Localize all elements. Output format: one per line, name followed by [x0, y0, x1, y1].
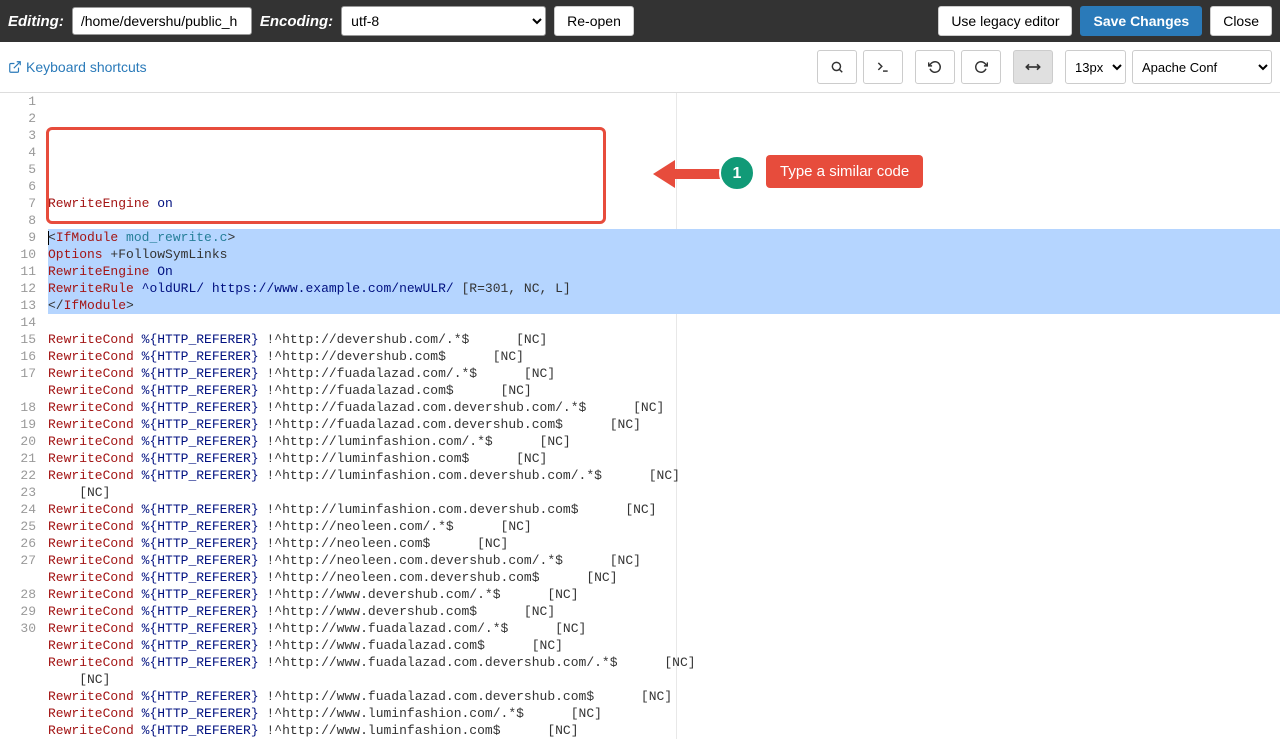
code-line[interactable]: RewriteCond %{HTTP_REFERER} !^http://fua…: [48, 382, 1280, 399]
fontsize-select[interactable]: 13px: [1065, 50, 1126, 84]
line-number: 20: [0, 433, 36, 450]
code-line[interactable]: RewriteRule ^oldURL/ https://www.example…: [48, 280, 1280, 297]
redo-icon: [974, 60, 988, 74]
line-number: 15: [0, 331, 36, 348]
code-line[interactable]: RewriteCond %{HTTP_REFERER} !^http://www…: [48, 620, 1280, 637]
code-line[interactable]: RewriteCond %{HTTP_REFERER} !^http://dev…: [48, 331, 1280, 348]
code-line[interactable]: RewriteEngine on: [48, 195, 1280, 212]
line-number: 28: [0, 586, 36, 603]
line-number: 1: [0, 93, 36, 110]
line-number: 16: [0, 348, 36, 365]
code-line[interactable]: [48, 212, 1280, 229]
code-line[interactable]: RewriteCond %{HTTP_REFERER} !^http://fua…: [48, 365, 1280, 382]
wrap-button[interactable]: [1013, 50, 1053, 84]
callout-label: Type a similar code: [766, 155, 923, 188]
code-line-wrap[interactable]: [NC]: [48, 671, 1280, 688]
arrow-icon: [653, 156, 723, 192]
line-number: 17: [0, 365, 36, 382]
redo-button[interactable]: [961, 50, 1001, 84]
code-line[interactable]: RewriteCond %{HTTP_REFERER} !^http://www…: [48, 688, 1280, 705]
undo-button[interactable]: [915, 50, 955, 84]
external-link-icon: [8, 60, 22, 74]
step-badge: 1: [719, 155, 755, 191]
code-line[interactable]: RewriteCond %{HTTP_REFERER} !^http://fua…: [48, 416, 1280, 433]
code-line[interactable]: RewriteEngine On: [48, 263, 1280, 280]
code-line[interactable]: [48, 314, 1280, 331]
line-number: 29: [0, 603, 36, 620]
terminal-button[interactable]: [863, 50, 903, 84]
line-number: 14: [0, 314, 36, 331]
encoding-select[interactable]: utf-8: [341, 6, 546, 36]
reopen-button[interactable]: Re-open: [554, 6, 634, 36]
line-number: 24: [0, 501, 36, 518]
undo-icon: [928, 60, 942, 74]
line-number: 23: [0, 484, 36, 501]
code-line[interactable]: RewriteCond %{HTTP_REFERER} !^http://lum…: [48, 433, 1280, 450]
code-line[interactable]: RewriteCond %{HTTP_REFERER} !^http://lum…: [48, 450, 1280, 467]
line-number: 2: [0, 110, 36, 127]
gutter: 1234567891011121314151617181920212223242…: [0, 93, 48, 739]
code-line[interactable]: Options +FollowSymLinks: [48, 246, 1280, 263]
code-line[interactable]: </IfModule>: [48, 297, 1280, 314]
code-line[interactable]: RewriteCond %{HTTP_REFERER} !^http://neo…: [48, 535, 1280, 552]
line-number: 11: [0, 263, 36, 280]
line-number: 19: [0, 416, 36, 433]
editor[interactable]: 1234567891011121314151617181920212223242…: [0, 93, 1280, 739]
code-line-wrap[interactable]: [NC]: [48, 484, 1280, 501]
code-line[interactable]: RewriteCond %{HTTP_REFERER} !^http://www…: [48, 705, 1280, 722]
syntax-select[interactable]: Apache Conf: [1132, 50, 1272, 84]
toolbar: Keyboard shortcuts 13px Apache Conf: [0, 42, 1280, 93]
line-number: 21: [0, 450, 36, 467]
line-number: 9: [0, 229, 36, 246]
line-number: 8: [0, 212, 36, 229]
wrap-icon: [1025, 61, 1041, 73]
line-number: 7: [0, 195, 36, 212]
line-number: 27: [0, 552, 36, 569]
line-number: 5: [0, 161, 36, 178]
save-button[interactable]: Save Changes: [1080, 6, 1202, 36]
path-input[interactable]: [72, 7, 252, 35]
line-number: 22: [0, 467, 36, 484]
topbar: Editing: Encoding: utf-8 Re-open Use leg…: [0, 0, 1280, 42]
code-line[interactable]: RewriteCond %{HTTP_REFERER} !^http://www…: [48, 722, 1280, 739]
line-number: 26: [0, 535, 36, 552]
code-line[interactable]: RewriteCond %{HTTP_REFERER} !^http://neo…: [48, 569, 1280, 586]
search-button[interactable]: [817, 50, 857, 84]
code-line[interactable]: RewriteCond %{HTTP_REFERER} !^http://lum…: [48, 467, 1280, 484]
code-line[interactable]: RewriteCond %{HTTP_REFERER} !^http://neo…: [48, 518, 1280, 535]
code-line[interactable]: <IfModule mod_rewrite.c>: [48, 229, 1280, 246]
line-number: 3: [0, 127, 36, 144]
code-line[interactable]: RewriteCond %{HTTP_REFERER} !^http://fua…: [48, 399, 1280, 416]
search-icon: [830, 60, 844, 74]
line-number: 4: [0, 144, 36, 161]
line-number: 6: [0, 178, 36, 195]
line-number: 13: [0, 297, 36, 314]
code-line[interactable]: RewriteCond %{HTTP_REFERER} !^http://www…: [48, 603, 1280, 620]
code-line[interactable]: RewriteCond %{HTTP_REFERER} !^http://neo…: [48, 552, 1280, 569]
line-number: 25: [0, 518, 36, 535]
encoding-label: Encoding:: [260, 13, 333, 30]
code-line[interactable]: RewriteCond %{HTTP_REFERER} !^http://lum…: [48, 501, 1280, 518]
line-number: 12: [0, 280, 36, 297]
code-line[interactable]: RewriteCond %{HTTP_REFERER} !^http://www…: [48, 654, 1280, 671]
editing-label: Editing:: [8, 13, 64, 30]
code-line[interactable]: RewriteCond %{HTTP_REFERER} !^http://dev…: [48, 348, 1280, 365]
terminal-icon: [875, 60, 891, 74]
keyboard-shortcuts-link[interactable]: Keyboard shortcuts: [8, 59, 147, 75]
code-area[interactable]: 1 Type a similar code RewriteEngine on <I…: [48, 93, 1280, 739]
code-line[interactable]: RewriteCond %{HTTP_REFERER} !^http://www…: [48, 637, 1280, 654]
code-line[interactable]: RewriteCond %{HTTP_REFERER} !^http://www…: [48, 586, 1280, 603]
line-number: 18: [0, 399, 36, 416]
close-button[interactable]: Close: [1210, 6, 1272, 36]
line-number: 10: [0, 246, 36, 263]
legacy-button[interactable]: Use legacy editor: [938, 6, 1072, 36]
line-number: 30: [0, 620, 36, 637]
